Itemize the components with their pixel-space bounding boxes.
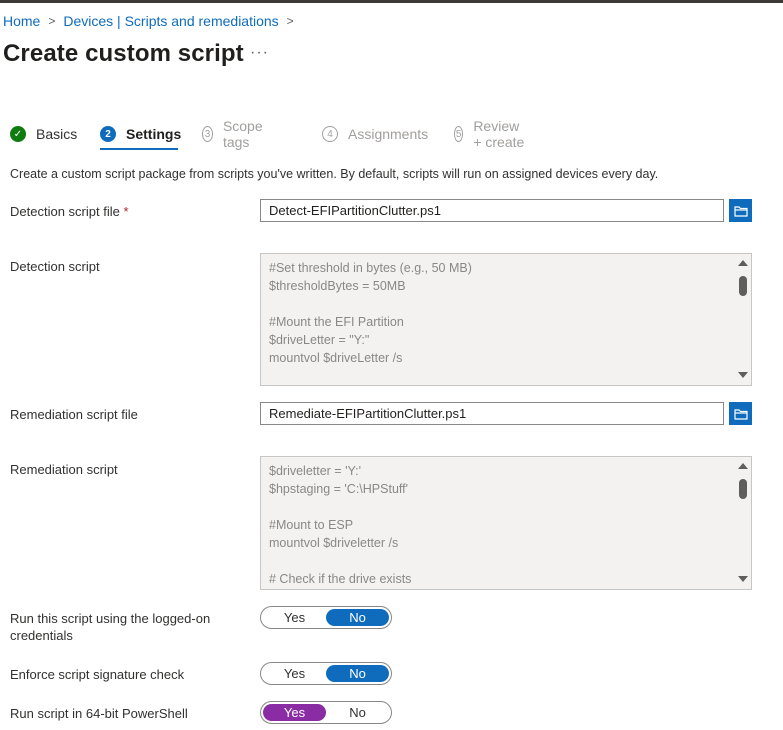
remediation-file-label: Remediation script file — [10, 407, 138, 422]
step-number: 4 — [322, 126, 338, 142]
scroll-thumb[interactable] — [739, 276, 747, 296]
detection-browse-button[interactable] — [729, 199, 752, 222]
chevron-right-icon: > — [286, 14, 294, 28]
toggle-no-option[interactable]: No — [326, 665, 389, 682]
toggle-yes-option[interactable]: Yes — [263, 665, 326, 682]
scroll-down-arrow-icon[interactable] — [738, 576, 748, 582]
scrollbar[interactable] — [735, 457, 751, 589]
breadcrumb: Home > Devices | Scripts and remediation… — [3, 13, 302, 29]
folder-icon — [733, 408, 748, 420]
signature-check-label: Enforce script signature check — [10, 667, 185, 682]
scroll-thumb[interactable] — [739, 479, 747, 499]
signature-check-toggle[interactable]: Yes No — [260, 662, 392, 685]
remediation-script-label: Remediation script — [10, 462, 118, 477]
step-number: 2 — [100, 126, 116, 142]
run-as-logged-on-toggle[interactable]: Yes No — [260, 606, 392, 629]
page-description: Create a custom script package from scri… — [10, 167, 659, 181]
toggle-no-option[interactable]: No — [326, 609, 389, 626]
script-line: $driveLetter = "Y:" — [269, 333, 370, 347]
detection-script-label: Detection script — [10, 259, 100, 274]
step-label: Assignments — [348, 126, 429, 142]
step-label: Scope tags — [222, 118, 263, 150]
script-line: mountvol $driveletter /s — [269, 536, 399, 550]
script-line — [269, 295, 743, 313]
checkmark-icon: ✓ — [10, 126, 26, 142]
step-scope-tags[interactable]: 3 Scope tags — [202, 118, 268, 150]
remediation-file-input[interactable]: Remediate-EFIPartitionClutter.ps1 — [260, 402, 724, 425]
remediation-script-editor[interactable]: $driveletter = 'Y:' $hpstaging = 'C:\HPS… — [260, 456, 752, 590]
breadcrumb-scripts-remediations[interactable]: Devices | Scripts and remediations — [63, 13, 278, 29]
script-line: $thresholdBytes = 50MB — [269, 279, 406, 293]
active-step-indicator — [100, 148, 178, 150]
step-assignments[interactable]: 4 Assignments — [322, 123, 428, 145]
detection-file-input[interactable]: Detect-EFIPartitionClutter.ps1 — [260, 199, 724, 222]
toggle-yes-option[interactable]: Yes — [263, 609, 326, 626]
script-line — [269, 498, 743, 516]
folder-icon — [733, 205, 748, 217]
toggle-yes-option[interactable]: Yes — [263, 704, 326, 721]
scroll-up-arrow-icon[interactable] — [738, 260, 748, 266]
step-label: Review + create — [473, 118, 525, 150]
script-line: mountvol $driveLetter /s — [269, 351, 403, 365]
step-label: Basics — [36, 126, 78, 142]
step-number: 5 — [454, 126, 464, 142]
toggle-no-option[interactable]: No — [326, 704, 389, 721]
run-64bit-label: Run script in 64-bit PowerShell — [10, 706, 188, 721]
step-review-create[interactable]: 5 Review + create — [454, 118, 526, 150]
script-line: $driveletter = 'Y:' — [269, 464, 361, 478]
script-line: #Mount the EFI Partition — [269, 315, 404, 329]
run-64bit-toggle[interactable]: Yes No — [260, 701, 392, 724]
step-number: 3 — [202, 126, 213, 142]
script-line — [269, 552, 743, 570]
run-as-logged-on-label: Run this script using the logged-on cred… — [10, 611, 211, 643]
step-settings[interactable]: 2 Settings — [100, 123, 181, 145]
script-line: #Set threshold in bytes (e.g., 50 MB) — [269, 261, 472, 275]
remediation-browse-button[interactable] — [729, 402, 752, 425]
scrollbar[interactable] — [735, 254, 751, 385]
step-basics[interactable]: ✓ Basics — [10, 123, 77, 145]
ellipsis-icon[interactable]: ··· — [250, 44, 269, 62]
scroll-up-arrow-icon[interactable] — [738, 463, 748, 469]
top-bar — [0, 0, 783, 3]
chevron-right-icon: > — [48, 14, 56, 28]
page-title: Create custom script — [3, 40, 244, 67]
detection-script-editor[interactable]: #Set threshold in bytes (e.g., 50 MB) $t… — [260, 253, 752, 386]
script-line: $hpstaging = 'C:\HPStuff' — [269, 482, 409, 496]
step-label: Settings — [126, 126, 182, 142]
scroll-down-arrow-icon[interactable] — [738, 372, 748, 378]
script-line: #Mount to ESP — [269, 518, 354, 532]
breadcrumb-home[interactable]: Home — [3, 13, 40, 29]
script-line: # Check if the drive exists — [269, 572, 412, 586]
required-marker: * — [123, 204, 129, 219]
detection-file-label: Detection script file * — [10, 204, 129, 219]
